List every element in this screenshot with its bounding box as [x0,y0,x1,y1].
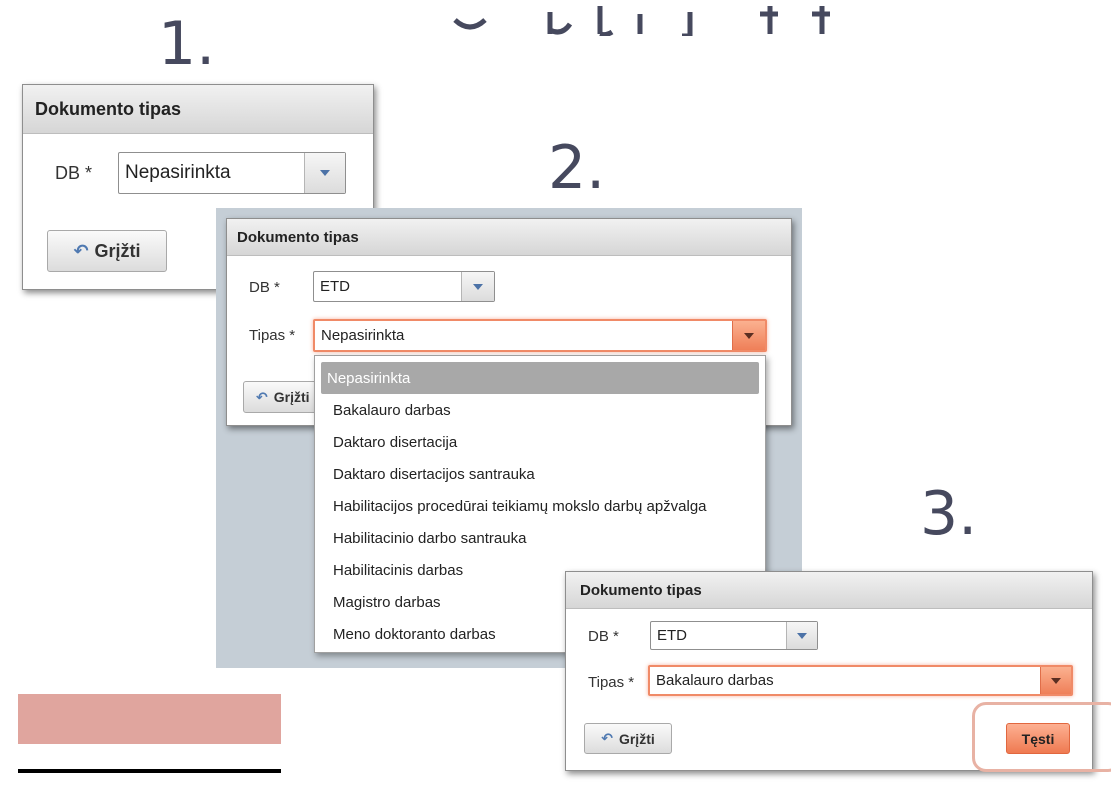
undo-arrow-icon: ↶ [601,730,613,746]
db-select-arrow[interactable] [786,622,817,649]
db-label: DB * [249,279,280,296]
db-label: DB * [588,628,619,645]
dialog-header: Dokumento tipas [23,85,373,134]
type-select-value: Nepasirinkta [321,327,405,344]
db-label: DB * [55,163,93,183]
type-select-value: Bakalauro darbas [656,672,774,689]
dialog-title: Dokumento tipas [35,98,182,119]
triangle-down-icon [744,332,754,339]
dialog-header: Dokumento tipas [227,219,791,256]
back-button[interactable]: ↶ Grįžti [584,723,672,754]
db-select-value: ETD [320,278,350,295]
db-select[interactable]: Nepasirinkta [118,152,346,194]
dropdown-option[interactable]: Daktaro disertacija [321,426,759,458]
db-select[interactable]: ETD [313,271,495,302]
db-select[interactable]: ETD [650,621,818,650]
back-button-label: Grįžti [618,730,655,747]
step-label-2: 2. [548,133,606,203]
dialog-title: Dokumento tipas [580,581,702,599]
dropdown-option[interactable]: Bakalauro darbas [321,394,759,426]
type-select-arrow[interactable] [1040,667,1071,694]
type-select[interactable]: Bakalauro darbas [648,665,1073,696]
triangle-down-icon [797,632,807,639]
dialog-title: Dokumento tipas [237,228,359,246]
back-button[interactable]: ↶ Grįžti [47,230,167,272]
type-label: Tipas * [249,327,296,344]
dropdown-option[interactable]: Daktaro disertacijos santrauka [321,458,759,490]
dropdown-option[interactable]: Habilitacinio darbo santrauka [321,522,759,554]
decorative-black-line [18,769,281,773]
triangle-down-icon [320,170,330,176]
triangle-down-icon [473,283,483,290]
undo-arrow-icon: ↶ [73,240,89,261]
continue-highlight-outline [972,702,1111,772]
step-label-3: 3. [920,479,978,549]
type-select[interactable]: Nepasirinkta [313,319,767,352]
db-select-value: ETD [657,627,687,644]
cropped-heading-fragment [453,6,830,36]
dropdown-option[interactable]: Nepasirinkta [321,362,759,394]
back-button-label: Grįžti [273,389,310,405]
triangle-down-icon [1051,677,1061,684]
back-button-label: Grįžti [94,240,141,261]
db-select-arrow[interactable] [461,272,494,301]
undo-arrow-icon: ↶ [256,388,268,405]
decorative-pink-block [18,694,281,744]
type-label: Tipas * [588,674,635,691]
type-select-arrow[interactable] [732,321,765,350]
db-select-arrow[interactable] [304,153,345,193]
step-label-1: 1. [158,9,216,79]
dialog-header: Dokumento tipas [566,572,1092,609]
dropdown-option[interactable]: Habilitacijos procedūrai teikiamų mokslo… [321,490,759,522]
db-select-value: Nepasirinkta [125,162,231,183]
back-button[interactable]: ↶ Grįžti [243,381,323,413]
